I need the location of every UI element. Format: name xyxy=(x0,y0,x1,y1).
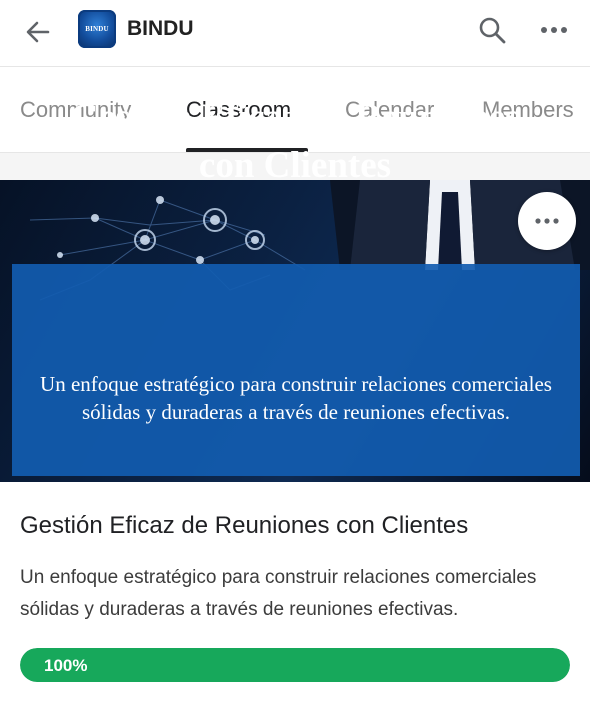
banner-title: Gestión Eficaz de Reuniones con Clientes xyxy=(0,94,590,190)
course-banner-image[interactable] xyxy=(0,180,590,482)
progress-fill xyxy=(20,648,570,682)
more-horizontal-icon xyxy=(541,27,567,33)
community-logo: BINDU xyxy=(78,10,116,48)
banner-title-line-2: con Clientes xyxy=(198,145,392,186)
app-bar: BINDU BINDU xyxy=(0,0,590,67)
course-description: Un enfoque estratégico para construir re… xyxy=(20,567,537,620)
progress-label: 100% xyxy=(44,656,88,675)
community-title: BINDU xyxy=(127,17,194,40)
more-horizontal-icon xyxy=(535,218,559,224)
search-button[interactable] xyxy=(474,12,510,48)
banner-title-line-1: Gestión Eficaz de Reuniones xyxy=(70,97,520,138)
course-options-button[interactable] xyxy=(518,192,576,250)
course-title[interactable]: Gestión Eficaz de Reuniones con Clientes xyxy=(20,512,580,540)
arrow-left-icon xyxy=(26,21,50,43)
logo-text: BINDU xyxy=(85,25,109,33)
banner-subtitle: Un enfoque estratégico para construir re… xyxy=(40,372,552,424)
course-progress-bar: 100% xyxy=(20,648,570,682)
search-icon xyxy=(479,17,506,44)
more-options-button[interactable] xyxy=(534,12,574,48)
back-button[interactable] xyxy=(20,14,56,50)
